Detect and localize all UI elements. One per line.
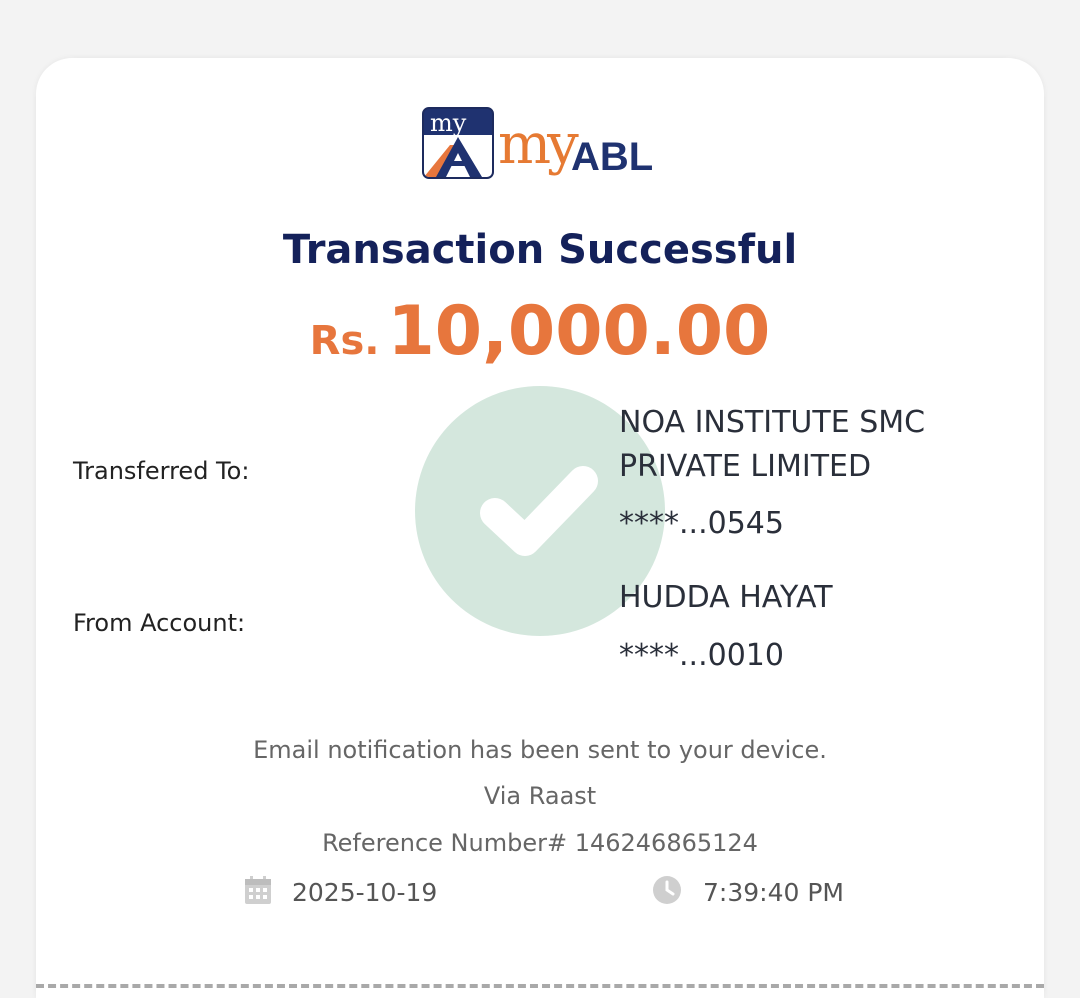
myabl-logo: my my ABL — [422, 107, 662, 189]
sender-name: HUDDA HAYAT — [619, 580, 833, 615]
receipt-tear-line — [36, 984, 1044, 988]
transaction-status-title: Transaction Successful — [282, 227, 798, 273]
transaction-time: 7:39:40 PM — [703, 878, 844, 907]
logo-word-abl: ABL — [571, 135, 654, 179]
transferred-to-label: Transferred To: — [73, 457, 250, 485]
transaction-date: 2025-10-19 — [292, 878, 438, 907]
reference-number: Reference Number# 146246865124 — [322, 829, 758, 857]
svg-text:my: my — [430, 109, 467, 137]
recipient-name: NOA INSTITUTE SMC PRIVATE LIMITED — [619, 405, 926, 484]
amount-value: 10,000.00 — [387, 292, 771, 371]
payment-channel: Via Raast — [483, 782, 597, 810]
recipient-account: ****...0545 — [619, 506, 784, 541]
myabl-badge-icon: my — [422, 107, 494, 179]
from-account-label: From Account: — [73, 609, 246, 637]
sender-account: ****...0010 — [619, 638, 784, 673]
currency-label: Rs. — [309, 318, 380, 364]
logo-word-my: my — [498, 112, 579, 177]
clock-icon — [652, 875, 682, 909]
transaction-amount: Rs. 10,000.00 — [0, 292, 1080, 389]
calendar-icon — [245, 876, 271, 908]
email-notification-text: Email notification has been sent to your… — [253, 736, 827, 764]
